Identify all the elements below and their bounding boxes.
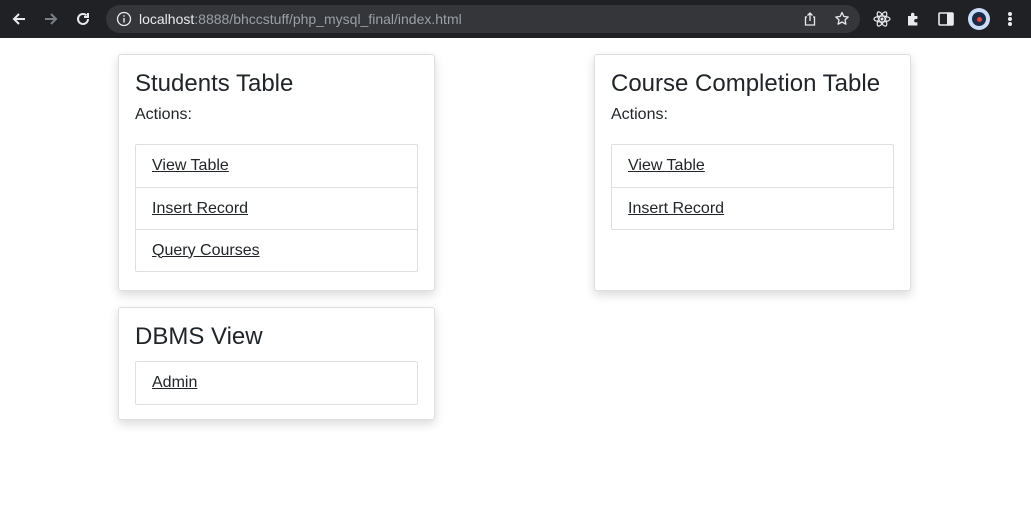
course-action-list: View Table Insert Record [611,144,894,230]
list-item: Insert Record [612,187,893,229]
course-actions-label: Actions: [611,106,668,123]
list-item: View Table [612,145,893,187]
list-item: Insert Record [136,187,417,229]
browser-toolbar: localhost:8888/bhccstuff/php_mysql_final… [0,0,1031,38]
reload-icon[interactable] [73,9,93,29]
dbms-view-title: DBMS View [135,323,263,350]
students-query-courses-link[interactable]: Query Courses [152,242,260,260]
students-insert-record-link[interactable]: Insert Record [152,200,248,218]
course-completion-title: Course Completion Table [611,70,881,97]
course-view-table-link[interactable]: View Table [628,157,705,175]
course-insert-record-link[interactable]: Insert Record [628,200,724,218]
avatar-inner [972,12,986,26]
react-devtools-icon[interactable] [873,10,891,28]
extensions-puzzle-icon[interactable] [905,10,923,28]
forward-arrow-icon[interactable] [41,9,61,29]
url-text[interactable]: localhost:8888/bhccstuff/php_mysql_final… [139,11,462,27]
side-panel-icon[interactable] [937,10,955,28]
info-icon[interactable] [116,11,132,27]
bookmark-star-icon[interactable] [834,11,850,27]
url-host: localhost [139,11,195,27]
back-arrow-icon[interactable] [9,9,29,29]
dbms-action-list: Admin [135,361,418,405]
admin-link[interactable]: Admin [152,374,197,392]
students-action-list: View Table Insert Record Query Courses [135,144,418,272]
url-path: :8888/bhccstuff/php_mysql_final/index.ht… [194,11,462,27]
students-view-table-link[interactable]: View Table [152,157,229,175]
list-item: View Table [136,145,417,187]
students-actions-label: Actions: [135,106,192,123]
students-table-card: Students Table Actions: View Table Inser… [118,54,435,291]
list-item: Admin [136,362,417,404]
profile-avatar[interactable] [968,8,990,30]
address-bar[interactable]: localhost:8888/bhccstuff/php_mysql_final… [106,5,860,33]
students-table-title: Students Table [135,70,294,97]
dbms-view-card: DBMS View Admin [118,307,435,420]
browser-menu-icon[interactable] [1004,10,1016,28]
share-icon[interactable] [802,11,818,27]
avatar-dot [976,16,982,22]
course-completion-card: Course Completion Table Actions: View Ta… [594,54,911,291]
list-item: Query Courses [136,229,417,271]
